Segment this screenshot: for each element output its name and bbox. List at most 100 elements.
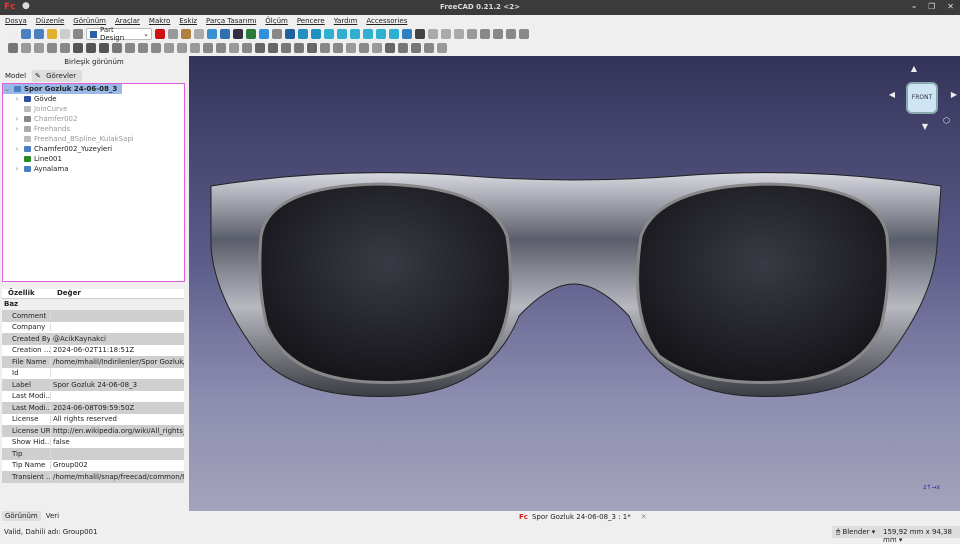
property-value[interactable]: false	[51, 438, 70, 446]
toolbar-row1-tool-1-icon[interactable]	[21, 29, 31, 39]
property-row[interactable]: License All rights reserved	[2, 413, 184, 425]
maximize-button[interactable]: ❐	[928, 2, 935, 11]
toolbar-row2-tool-17-icon[interactable]	[229, 43, 239, 53]
toolbar-row1-tool-9-icon[interactable]	[194, 29, 204, 39]
toolbar-row1-tool-16-icon[interactable]	[285, 29, 295, 39]
toolbar-row2-tool-23-icon[interactable]	[307, 43, 317, 53]
menu-9[interactable]: Yardım	[334, 17, 358, 25]
toolbar-row2-tool-33-icon[interactable]	[437, 43, 447, 53]
toolbar-row1-tool-6-icon[interactable]	[155, 29, 165, 39]
close-button[interactable]: ✕	[947, 2, 954, 11]
toolbar-row1-tool-34-icon[interactable]	[519, 29, 529, 39]
menu-3[interactable]: Araçlar	[115, 17, 140, 25]
property-row[interactable]: Tip Name Group002	[2, 459, 184, 471]
navcube-front-face[interactable]: FRONT	[906, 82, 938, 114]
toolbar-row2-tool-30-icon[interactable]	[398, 43, 408, 53]
tab-view[interactable]: Görünüm	[2, 511, 41, 521]
toolbar-row2-tool-3-icon[interactable]	[47, 43, 57, 53]
tab-tasks[interactable]: ✎ Görevler	[32, 70, 83, 82]
menu-0[interactable]: Dosya	[5, 17, 27, 25]
toolbar-row1-tool-15-icon[interactable]	[272, 29, 282, 39]
toolbar-row1-tool-12-icon[interactable]	[233, 29, 243, 39]
property-row[interactable]: Creation ... 2024-06-02T11:18:51Z	[2, 344, 184, 356]
toolbar-row2-tool-25-icon[interactable]	[333, 43, 343, 53]
property-row[interactable]: Last Modi...	[2, 390, 184, 402]
toolbar-row1-tool-23-icon[interactable]	[376, 29, 386, 39]
toolbar-row2-tool-21-icon[interactable]	[281, 43, 291, 53]
expand-arrow-icon[interactable]: ›	[13, 145, 21, 153]
menu-6[interactable]: Parça Tasarımı	[206, 17, 256, 25]
toolbar-row2-tool-11-icon[interactable]	[151, 43, 161, 53]
toolbar-row2-tool-19-icon[interactable]	[255, 43, 265, 53]
navcube-left-icon[interactable]: ◀	[889, 90, 895, 99]
toolbar-row2-tool-8-icon[interactable]	[112, 43, 122, 53]
tree-item[interactable]: › Chamfer002	[3, 114, 184, 124]
expand-arrow-icon[interactable]: ›	[13, 165, 21, 173]
property-row[interactable]: Id	[2, 367, 184, 379]
toolbar-row1-tool-11-icon[interactable]	[220, 29, 230, 39]
toolbar-row1-tool-32-icon[interactable]	[493, 29, 503, 39]
toolbar-row2-tool-10-icon[interactable]	[138, 43, 148, 53]
menu-10[interactable]: Accessories	[366, 17, 407, 25]
tree-item[interactable]: ⌄ Spor Gozluk 24-06-08_3	[3, 84, 122, 94]
expand-arrow-icon[interactable]: ⌄	[3, 85, 11, 93]
tab-data[interactable]: Veri	[43, 511, 62, 521]
toolbar-row2-tool-5-icon[interactable]	[73, 43, 83, 53]
expand-arrow-icon[interactable]: ›	[13, 115, 21, 123]
menu-4[interactable]: Makro	[149, 17, 170, 25]
property-row[interactable]: Label Spor Gozluk 24-06-08_3	[2, 379, 184, 391]
toolbar-row2-tool-1-icon[interactable]	[21, 43, 31, 53]
header-property[interactable]: Özellik	[2, 289, 51, 298]
toolbar-row1-tool-8-icon[interactable]	[181, 29, 191, 39]
toolbar-row2-tool-29-icon[interactable]	[385, 43, 395, 53]
dimension-button[interactable]: 159,92 mm x 94,38 mm ▾	[879, 526, 960, 544]
toolbar-row1-tool-4-icon[interactable]	[60, 29, 70, 39]
menu-1[interactable]: Düzenle	[36, 17, 65, 25]
navcube-down-icon[interactable]: ▼	[922, 122, 928, 131]
toolbar-row1-tool-24-icon[interactable]	[389, 29, 399, 39]
toolbar-row1-tool-21-icon[interactable]	[350, 29, 360, 39]
workbench-selector[interactable]: Part Design ⌄	[86, 26, 152, 42]
tree-item[interactable]: Freehand_BSpline_KulakSapi	[3, 134, 184, 144]
property-row[interactable]: Last Modi... 2024-06-08T09:59:50Z	[2, 402, 184, 414]
toolbar-row1-tool-25-icon[interactable]	[402, 29, 412, 39]
navcube-rotate-up-icon[interactable]: ▲	[911, 64, 917, 73]
toolbar-row2-tool-22-icon[interactable]	[294, 43, 304, 53]
toolbar-row1-tool-33-icon[interactable]	[506, 29, 516, 39]
toolbar-row2-tool-4-icon[interactable]	[60, 43, 70, 53]
toolbar-row1-tool-27-icon[interactable]	[428, 29, 438, 39]
toolbar-row2-tool-32-icon[interactable]	[424, 43, 434, 53]
toolbar-row2-tool-27-icon[interactable]	[359, 43, 369, 53]
header-value[interactable]: Değer	[51, 289, 81, 298]
property-value[interactable]: 2024-06-02T11:18:51Z	[51, 346, 134, 354]
navcube-menu-icon[interactable]: ⬡	[943, 116, 950, 125]
toolbar-row2-tool-28-icon[interactable]	[372, 43, 382, 53]
menu-8[interactable]: Pencere	[297, 17, 325, 25]
toolbar-row1-tool-29-icon[interactable]	[454, 29, 464, 39]
property-value[interactable]: Spor Gozluk 24-06-08_3	[51, 381, 137, 389]
toolbar-row2-tool-0-icon[interactable]	[8, 43, 18, 53]
toolbar-row2-tool-31-icon[interactable]	[411, 43, 421, 53]
expand-arrow-icon[interactable]: ›	[13, 125, 21, 133]
toolbar-row1-tool-10-icon[interactable]	[207, 29, 217, 39]
menu-2[interactable]: Görünüm	[73, 17, 106, 25]
toolbar-row1-tool-28-icon[interactable]	[441, 29, 451, 39]
property-value[interactable]: /home/mhalil/snap/freecad/common/te...	[51, 473, 184, 481]
toolbar-row1-tool-18-icon[interactable]	[311, 29, 321, 39]
tree-item[interactable]: › Gövde	[3, 94, 184, 104]
property-value[interactable]: /home/mhalil/İndirilenler/Spor Gozluk/S.…	[51, 358, 184, 366]
property-row[interactable]: Transient .../home/mhalil/snap/freecad/c…	[2, 471, 184, 483]
tab-model[interactable]: Model	[2, 70, 29, 82]
toolbar-row1-tool-31-icon[interactable]	[480, 29, 490, 39]
toolbar-row2-tool-20-icon[interactable]	[268, 43, 278, 53]
toolbar-row1-tool-2-icon[interactable]	[34, 29, 44, 39]
toolbar-row2-tool-12-icon[interactable]	[164, 43, 174, 53]
property-value[interactable]: http://en.wikipedia.org/wiki/All_rights_…	[51, 427, 184, 435]
toolbar-row1-tool-17-icon[interactable]	[298, 29, 308, 39]
property-value[interactable]: Group002	[51, 461, 88, 469]
property-row[interactable]: Company	[2, 321, 184, 333]
toolbar-row2-tool-15-icon[interactable]	[203, 43, 213, 53]
toolbar-row1-tool-13-icon[interactable]	[246, 29, 256, 39]
toolbar-row1-tool-3-icon[interactable]	[47, 29, 57, 39]
property-row[interactable]: Comment	[2, 310, 184, 322]
